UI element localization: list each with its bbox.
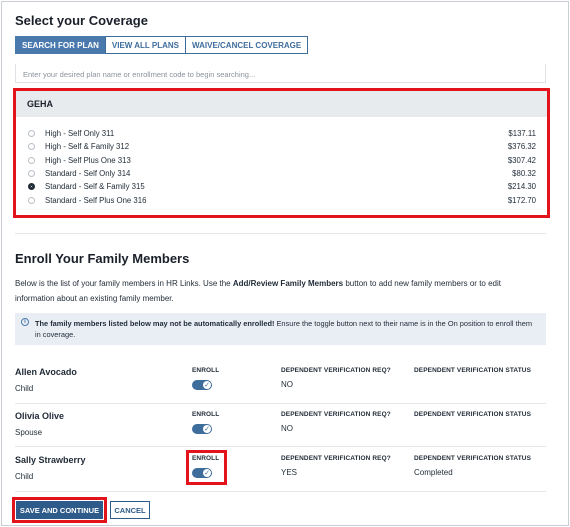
coverage-title: Select your Coverage <box>15 13 148 28</box>
section-divider <box>15 491 546 492</box>
enroll-header: ENROLL <box>192 367 220 374</box>
cancel-button[interactable]: CANCEL <box>110 501 150 519</box>
verification-req-value: YES <box>281 468 298 477</box>
verification-req-header: DEPENDENT VERIFICATION REQ? <box>281 411 391 418</box>
section-divider <box>15 233 546 234</box>
member-relation: Child <box>15 472 34 481</box>
save-highlight-box <box>12 497 107 523</box>
member-name: Sally Strawberry <box>15 455 86 465</box>
verification-status-header: DEPENDENT VERIFICATION STATUS <box>414 411 532 418</box>
check-icon: ✓ <box>204 381 210 389</box>
plan-search-input[interactable]: Enter your desired plan name or enrollme… <box>15 64 546 83</box>
verification-req-header: DEPENDENT VERIFICATION REQ? <box>281 455 391 462</box>
enroll-header: ENROLL <box>192 411 220 418</box>
coverage-tabs: SEARCH FOR PLAN VIEW ALL PLANS WAIVE/CAN… <box>15 36 309 54</box>
intro-button-reference: Add/Review Family Members <box>232 279 344 288</box>
enroll-highlight-box <box>186 450 227 485</box>
check-icon: ✓ <box>204 425 210 433</box>
verification-status-header: DEPENDENT VERIFICATION STATUS <box>414 367 532 374</box>
info-banner: i The family members listed below may no… <box>15 313 546 345</box>
verification-status-header: DEPENDENT VERIFICATION STATUS <box>414 455 532 462</box>
row-divider <box>15 446 546 447</box>
verification-status-value: Completed <box>414 468 453 477</box>
family-title: Enroll Your Family Members <box>15 251 190 266</box>
member-relation: Spouse <box>15 428 43 437</box>
enroll-toggle[interactable]: ✓ <box>192 424 212 434</box>
tab-search-for-plan[interactable]: SEARCH FOR PLAN <box>15 36 106 54</box>
enroll-toggle[interactable]: ✓ <box>192 380 212 390</box>
info-warning: The family members listed below may not … <box>35 319 275 328</box>
member-relation: Child <box>15 384 34 393</box>
plan-highlight-box <box>13 88 550 218</box>
check-icon: ✓ <box>204 469 210 477</box>
verification-req-value: NO <box>281 424 293 433</box>
member-name: Olivia Olive <box>15 411 65 421</box>
intro-text: Below is the list of your family members… <box>15 279 233 288</box>
row-divider <box>15 403 546 404</box>
verification-req-header: DEPENDENT VERIFICATION REQ? <box>281 367 391 374</box>
member-name: Allen Avocado <box>15 367 77 377</box>
info-icon: i <box>21 318 29 326</box>
verification-req-value: NO <box>281 380 293 389</box>
family-intro: Below is the list of your family members… <box>15 276 535 306</box>
tab-waive-cancel-coverage[interactable]: WAIVE/CANCEL COVERAGE <box>185 36 309 54</box>
tab-view-all-plans[interactable]: VIEW ALL PLANS <box>104 36 187 54</box>
